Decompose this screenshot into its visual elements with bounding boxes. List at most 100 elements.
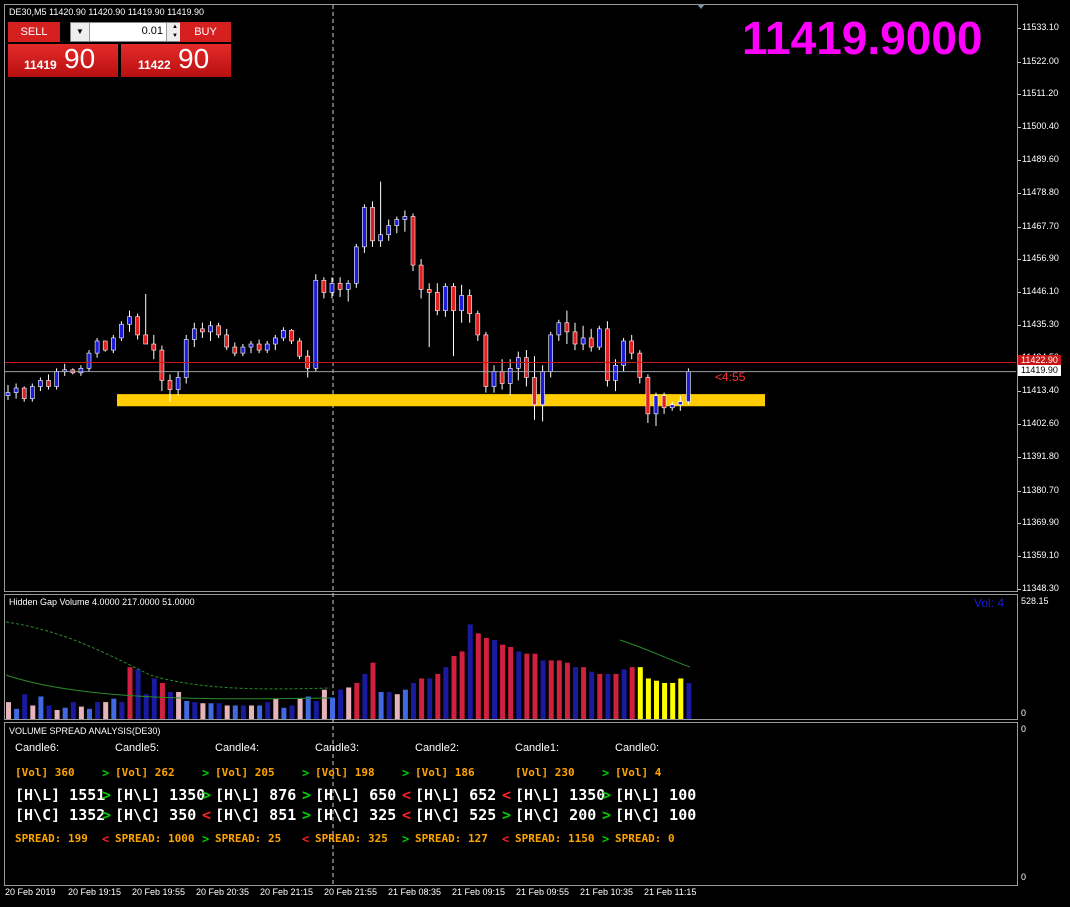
candle xyxy=(29,383,35,402)
volume-bar xyxy=(38,696,44,719)
candle xyxy=(321,277,327,299)
time-tick-label: 20 Feb 20:35 xyxy=(196,887,250,897)
candle-body-bull xyxy=(86,352,92,369)
volume-bar xyxy=(289,705,295,719)
candle-body-bull xyxy=(329,283,335,293)
volume-bar xyxy=(78,706,84,719)
volume-bar xyxy=(613,673,619,719)
volume-bar xyxy=(662,682,668,719)
vsa-spread-cell: SPREAD: 199 xyxy=(15,832,88,845)
vsa-header-cell: Candle6: xyxy=(15,742,60,754)
volume-bar xyxy=(654,680,659,719)
candle xyxy=(613,359,618,392)
lot-size-value[interactable]: 0.01 xyxy=(142,25,163,37)
big-price-label: 11419.9000 xyxy=(742,12,983,64)
candle-body-bear xyxy=(426,289,432,293)
volume-bar xyxy=(427,678,433,719)
volume-bar xyxy=(605,673,611,719)
lot-dropdown-icon[interactable]: ▼ xyxy=(71,23,90,41)
candle xyxy=(362,204,367,253)
candle xyxy=(499,359,505,390)
arrow-up-indicator-icon: > xyxy=(402,832,410,846)
candle-body-bull xyxy=(402,216,408,220)
sell-price-box[interactable]: 11419 90 xyxy=(8,43,118,77)
candle-body-bear xyxy=(321,279,327,293)
volume-bar xyxy=(54,709,60,719)
support-zone-layer xyxy=(117,394,765,407)
buy-price-box[interactable]: 11422 90 xyxy=(121,43,231,77)
sell-button[interactable]: SELL xyxy=(8,22,60,42)
candle xyxy=(200,322,205,338)
volume-bar xyxy=(313,700,319,719)
arrow-up-indicator-icon: > xyxy=(102,806,112,824)
candle-body-bull xyxy=(272,337,278,345)
candle-body-bear xyxy=(410,216,416,266)
chart-shift-marker[interactable] xyxy=(697,4,705,9)
price-tick-label: 11446.10 xyxy=(1018,286,1059,297)
volume-bar xyxy=(629,667,635,719)
volume-bar xyxy=(597,673,603,719)
time-tick-label: 21 Feb 11:15 xyxy=(644,887,697,897)
volume-bar xyxy=(111,698,117,719)
volume-bar xyxy=(670,682,676,719)
volume-bar xyxy=(443,667,449,719)
candle-body-bull xyxy=(580,337,586,345)
volume-bar xyxy=(516,651,522,719)
candle xyxy=(5,385,11,401)
price-tick-label: 11500.40 xyxy=(1018,121,1059,132)
vsa-spread-cell: SPREAD: 325 xyxy=(315,832,388,845)
vsa-hl-cell: [H\L] 1350 xyxy=(515,786,606,804)
time-tick-label: 20 Feb 19:55 xyxy=(132,887,186,897)
arrow-up-indicator-icon: > xyxy=(602,766,610,780)
vsa-header-cell: Candle2: xyxy=(415,742,460,754)
lot-size-field[interactable]: ▼ 0.01 ▲ ▼ xyxy=(70,22,184,42)
candle-body-bear xyxy=(151,343,157,351)
candle xyxy=(686,368,691,405)
time-tick-label: 20 Feb 21:15 xyxy=(260,887,314,897)
candle-body-bear xyxy=(135,316,140,336)
vsa-hc-cell: [H\C] 1352 xyxy=(15,806,106,824)
candle-body-bear xyxy=(605,328,610,381)
candle xyxy=(111,334,116,354)
volume-bar xyxy=(127,667,133,719)
candle-body-bull xyxy=(240,346,246,354)
buy-button[interactable]: BUY xyxy=(180,22,231,42)
vsa-vol-cell: [Vol] 4 xyxy=(615,766,662,779)
candle-body-bear xyxy=(629,340,635,354)
candle-body-bull xyxy=(38,380,43,387)
vsa-spread-cell: SPREAD: 25 xyxy=(215,832,282,845)
price-axis[interactable]: 11533.10 11522.00 11511.20 11500.40 11489.60… xyxy=(1017,0,1070,593)
volume-bar xyxy=(176,691,182,719)
volume-bar xyxy=(475,633,481,719)
candle-body-bull xyxy=(78,368,84,374)
candle xyxy=(426,283,432,348)
volume-bar xyxy=(419,678,425,719)
volume-bar xyxy=(224,705,230,719)
candle xyxy=(394,216,400,234)
candle-body-bull xyxy=(13,387,19,393)
volume-bar xyxy=(135,669,141,719)
candle xyxy=(337,277,343,297)
vsa-axis-top: 0 xyxy=(1021,724,1027,734)
volume-bar xyxy=(103,702,109,719)
volume-bar xyxy=(240,705,246,719)
vsa-hc-cell: [H\C] 200 xyxy=(515,806,597,824)
vsa-vol-cell: [Vol] 262 xyxy=(115,766,175,779)
volume-bar xyxy=(257,705,263,719)
candle-body-bear xyxy=(588,337,594,348)
candle xyxy=(46,374,51,390)
vsa-hl-cell: [H\L] 1551 xyxy=(15,786,106,804)
vsa-axis-bottom: 0 xyxy=(1021,872,1027,882)
candle-body-bear xyxy=(102,340,108,351)
candle-body-bear xyxy=(21,387,27,399)
arrow-up-indicator-icon: > xyxy=(602,806,612,824)
volume-bar xyxy=(548,660,554,719)
candle xyxy=(459,284,464,323)
candle-body-bear xyxy=(232,346,238,354)
candle xyxy=(183,334,189,384)
candle xyxy=(119,321,124,341)
volume-bar xyxy=(451,655,457,719)
candle-body-bear xyxy=(499,371,505,384)
volume-bar xyxy=(30,705,36,719)
vsa-header-cell: Candle4: xyxy=(215,742,260,754)
